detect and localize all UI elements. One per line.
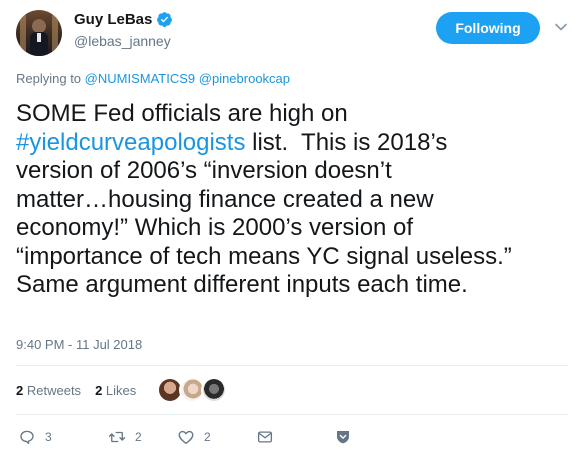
name-row: Guy LeBas xyxy=(74,11,173,28)
replying-prefix: Replying to xyxy=(16,71,82,86)
like-icon xyxy=(178,430,194,445)
avatar[interactable] xyxy=(16,10,62,56)
chevron-down-icon[interactable] xyxy=(554,20,568,34)
tweet-line: version of 2006’s “inversion doesn’t xyxy=(16,157,392,184)
likes-count: 2 xyxy=(95,382,103,398)
bookmark-button[interactable] xyxy=(334,424,352,450)
mention-link[interactable]: @pinebrookcap xyxy=(199,71,290,86)
retweets-count: 2 xyxy=(16,382,24,398)
retweet-button[interactable]: 2 xyxy=(108,424,142,450)
mention-link[interactable]: @NUMISMATICS9 xyxy=(85,71,195,86)
likes-label: Likes xyxy=(105,382,137,398)
divider xyxy=(16,365,568,366)
tweet-line: Same argument different inputs each time… xyxy=(16,271,468,298)
following-button[interactable]: Following xyxy=(436,12,540,44)
timestamp[interactable]: 9:40 PM - 11 Jul 2018 xyxy=(16,337,142,352)
liker-avatars xyxy=(157,377,227,403)
tweet-line: matter…housing finance created a new xyxy=(16,185,434,213)
hashtag-link[interactable]: #yieldcurveapologists xyxy=(16,129,245,156)
tweet-line: economy!” Which is 2000’s version of xyxy=(16,214,414,241)
tweet-line-rest: list. This is 2018’s xyxy=(245,128,448,156)
tweet-text: SOME Fed officials are high on #yieldcur… xyxy=(16,100,572,300)
retweets-stat[interactable]: 2 Retweets xyxy=(16,383,81,398)
tweet-header: Guy LeBas @lebas_janney Following xyxy=(16,10,576,56)
replying-to: Replying to @NUMISMATICS9 @pinebrookcap xyxy=(16,71,290,86)
tweet-line: “importance of tech means YC signal usel… xyxy=(16,242,512,270)
reply-button[interactable]: 3 xyxy=(18,424,52,450)
verified-icon xyxy=(157,12,173,27)
retweet-icon xyxy=(108,431,126,443)
bookmark-icon xyxy=(337,431,349,444)
display-name[interactable]: Guy LeBas xyxy=(74,11,152,28)
retweets-label: Retweets xyxy=(26,382,82,398)
tweet-line: #yieldcurveapologists list. This is 2018… xyxy=(16,129,572,158)
message-icon xyxy=(257,431,273,443)
message-button[interactable] xyxy=(256,424,274,450)
user-handle[interactable]: @lebas_janney xyxy=(74,33,171,49)
reply-count: 3 xyxy=(45,430,52,444)
like-count: 2 xyxy=(204,430,211,444)
reply-icon xyxy=(20,430,34,445)
engagement-stats: 2 Retweets 2 Likes xyxy=(16,376,150,404)
likes-stat[interactable]: 2 Likes xyxy=(95,383,136,398)
liker-avatar[interactable] xyxy=(201,377,227,403)
retweet-count: 2 xyxy=(135,430,142,444)
tweet-actions: 3 2 2 xyxy=(16,424,576,450)
tweet-line: SOME Fed officials are high on xyxy=(16,100,348,127)
like-button[interactable]: 2 xyxy=(177,424,211,450)
divider xyxy=(16,414,568,415)
